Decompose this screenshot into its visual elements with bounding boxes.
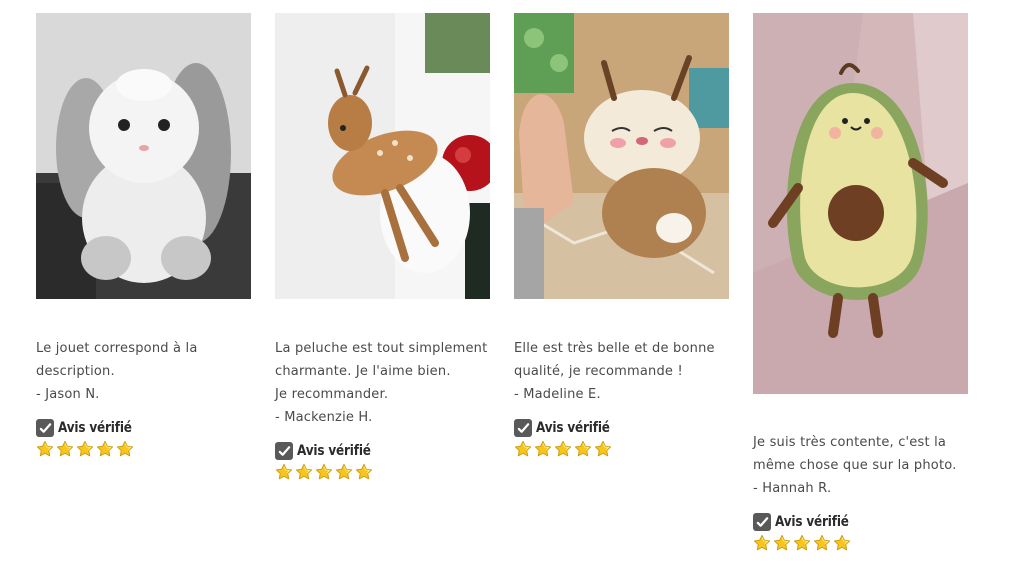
star-icon [534, 440, 552, 458]
verified-label: Avis vérifié [297, 443, 371, 459]
star-icon [335, 463, 353, 481]
checkbox-checked-icon [753, 513, 771, 531]
review-line: Je suis très contente, c'est la [753, 435, 947, 450]
review-line: Elle est très belle et de bonne [514, 341, 715, 356]
verified-label: Avis vérifié [536, 420, 610, 436]
review-line: charmante. Je l'aime bien. [275, 364, 451, 379]
fawn-plush-photo[interactable] [275, 13, 490, 299]
star-icon [355, 463, 373, 481]
review-text: La peluche est tout simplement charmante… [275, 337, 490, 429]
reviews-grid: Le jouet correspond à la description. - … [0, 0, 1024, 581]
star-rating [275, 463, 490, 482]
verified-badge: Avis vérifié [514, 418, 729, 438]
review-line: La peluche est tout simplement [275, 341, 488, 356]
verified-label: Avis vérifié [775, 514, 849, 530]
verified-badge: Avis vérifié [36, 418, 251, 438]
star-icon [833, 534, 851, 552]
reviewer-name: - Madeline E. [514, 387, 601, 402]
review-line: même chose que sur la photo. [753, 458, 957, 473]
star-icon [793, 534, 811, 552]
star-icon [295, 463, 313, 481]
verified-badge: Avis vérifié [275, 441, 490, 461]
reviewer-name: - Hannah R. [753, 481, 832, 496]
star-icon [315, 463, 333, 481]
star-icon [554, 440, 572, 458]
reviewer-name: - Jason N. [36, 387, 100, 402]
checkbox-checked-icon [36, 419, 54, 437]
star-rating [36, 440, 251, 459]
star-icon [594, 440, 612, 458]
review-text: Le jouet correspond à la description. - … [36, 337, 251, 406]
reindeer-plush-photo[interactable] [514, 13, 729, 299]
review-text: Elle est très belle et de bonne qualité,… [514, 337, 729, 406]
star-icon [773, 534, 791, 552]
star-rating [514, 440, 729, 459]
star-rating [753, 534, 968, 553]
checkbox-checked-icon [275, 442, 293, 460]
star-icon [116, 440, 134, 458]
star-icon [76, 440, 94, 458]
review-card: Elle est très belle et de bonne qualité,… [514, 13, 729, 459]
star-icon [275, 463, 293, 481]
bunny-plush-photo[interactable] [36, 13, 251, 299]
star-icon [753, 534, 771, 552]
star-icon [56, 440, 74, 458]
review-line: Je recommander. [275, 387, 389, 402]
review-card: Je suis très contente, c'est la même cho… [753, 13, 968, 553]
review-line: description. [36, 364, 115, 379]
verified-badge: Avis vérifié [753, 512, 968, 532]
star-icon [96, 440, 114, 458]
review-line: qualité, je recommande ! [514, 364, 683, 379]
star-icon [813, 534, 831, 552]
review-card: Le jouet correspond à la description. - … [36, 13, 251, 459]
star-icon [574, 440, 592, 458]
reviewer-name: - Mackenzie H. [275, 410, 373, 425]
star-icon [36, 440, 54, 458]
review-card: La peluche est tout simplement charmante… [275, 13, 490, 482]
checkbox-checked-icon [514, 419, 532, 437]
verified-label: Avis vérifié [58, 420, 132, 436]
avocado-plush-photo[interactable] [753, 13, 968, 394]
star-icon [514, 440, 532, 458]
review-line: Le jouet correspond à la [36, 341, 198, 356]
review-text: Je suis très contente, c'est la même cho… [753, 431, 968, 500]
